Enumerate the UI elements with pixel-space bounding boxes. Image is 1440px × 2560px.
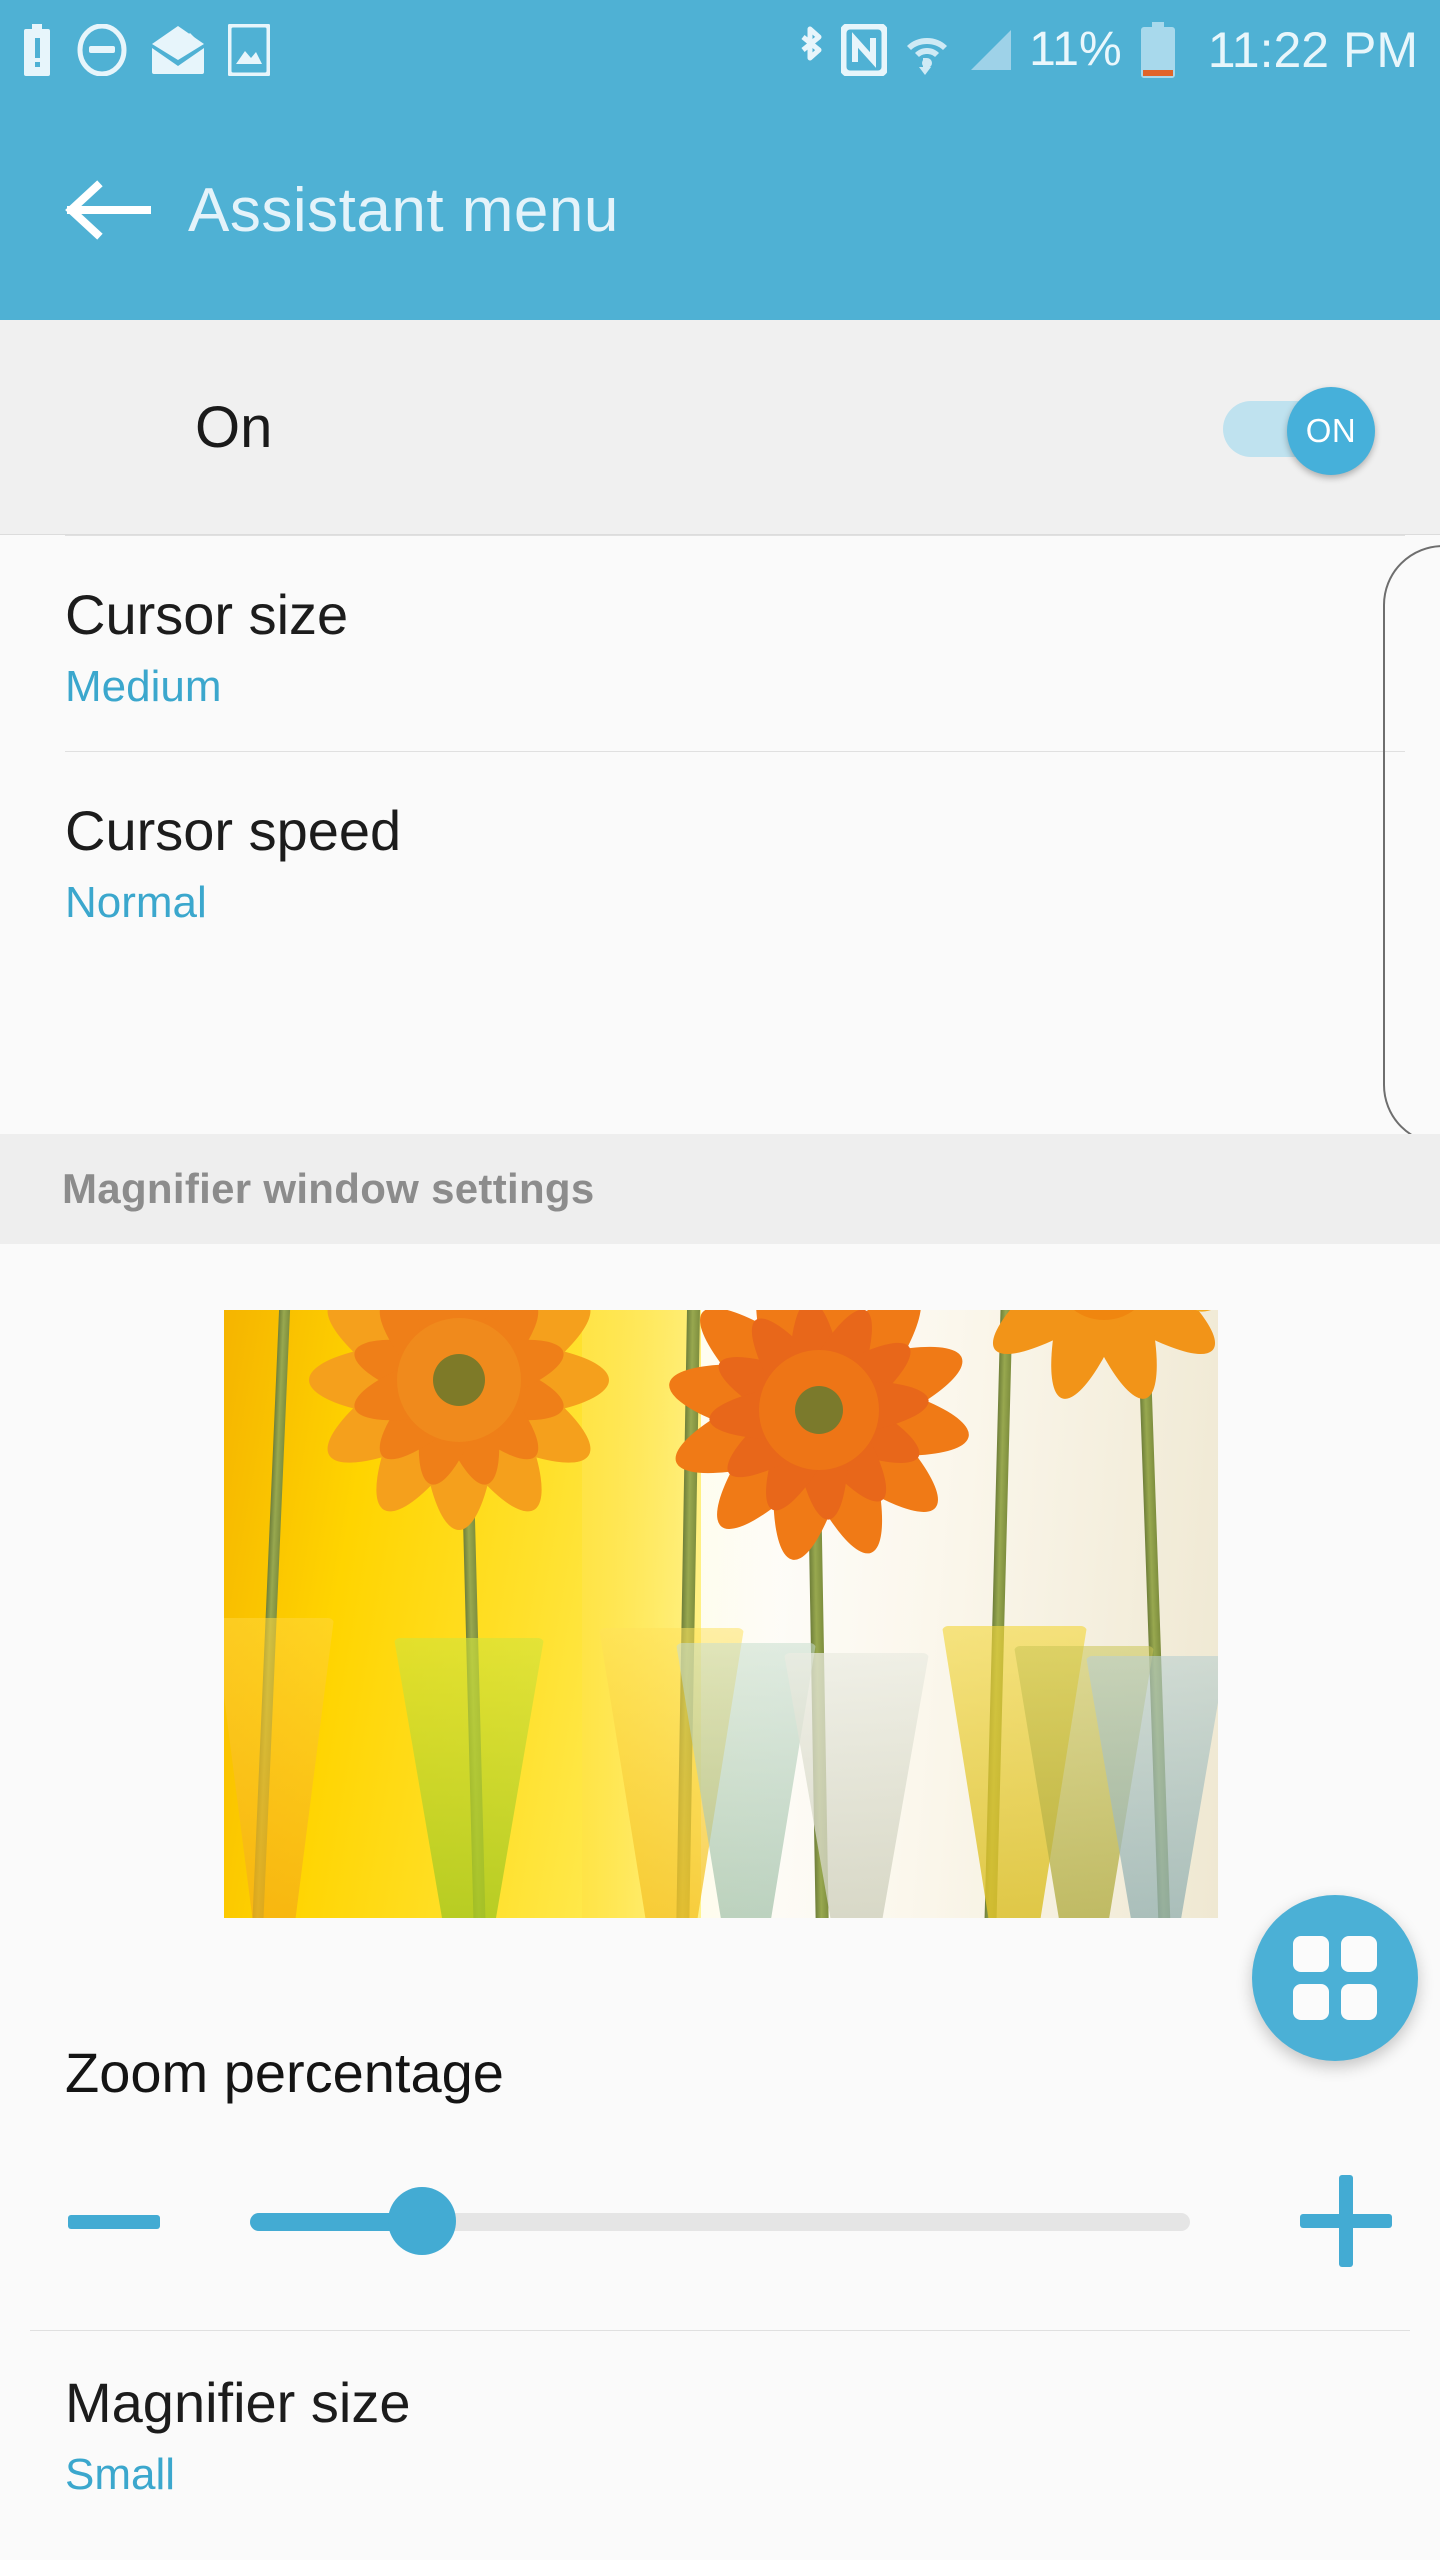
list-item-value: Medium bbox=[65, 661, 222, 711]
flower-decoration bbox=[1154, 1310, 1218, 1345]
page-title: Assistant menu bbox=[188, 175, 619, 245]
android-settings-screen: 11% 11:22 PM Assistant menu On ON Cursor… bbox=[0, 0, 1440, 2560]
bluetooth-icon bbox=[801, 26, 822, 61]
back-arrow-icon bbox=[65, 180, 151, 240]
switch-thumb: ON bbox=[1287, 387, 1375, 475]
status-bar-left-icons bbox=[20, 24, 270, 76]
switch-state-label: ON bbox=[1305, 412, 1357, 449]
zoom-slider-thumb[interactable] bbox=[388, 2187, 456, 2255]
flower-decoration bbox=[294, 1310, 624, 1535]
zoom-increase-button[interactable] bbox=[1300, 2175, 1392, 2267]
master-switch-label: On bbox=[195, 394, 273, 460]
app-bar: Assistant menu bbox=[0, 100, 1440, 320]
status-bar-clock: 11:22 PM bbox=[1207, 22, 1418, 78]
battery-percent-label: 11% bbox=[1029, 23, 1122, 76]
list-item-value: Small bbox=[65, 2449, 176, 2499]
list-item-title: Cursor speed bbox=[65, 799, 402, 863]
gallery-image-icon bbox=[228, 24, 270, 76]
wifi-icon bbox=[907, 38, 948, 75]
list-item-title: Magnifier size bbox=[65, 2371, 411, 2434]
divider bbox=[30, 2330, 1410, 2331]
zoom-percentage-block: Zoom percentage bbox=[0, 2040, 1440, 2289]
list-item-magnifier-size[interactable]: Magnifier size Small bbox=[65, 2371, 411, 2499]
do-not-disturb-icon bbox=[77, 24, 127, 76]
list-item-cursor-size[interactable]: Cursor size Medium bbox=[0, 535, 1440, 752]
zoom-slider-track[interactable] bbox=[250, 2187, 1190, 2255]
assistant-menu-fab[interactable] bbox=[1252, 1895, 1418, 2061]
list-item-cursor-speed[interactable]: Cursor speed Normal bbox=[0, 751, 1440, 968]
zoom-slider-fill bbox=[250, 2213, 400, 2231]
status-bar-right-icons: 11% 11:22 PM bbox=[793, 22, 1418, 78]
battery-level-icon bbox=[1140, 22, 1175, 78]
master-switch-row[interactable]: On ON bbox=[0, 320, 1440, 535]
zoom-decrease-button[interactable] bbox=[68, 2215, 160, 2229]
section-header-magnifier: Magnifier window settings bbox=[0, 1134, 1440, 1244]
master-switch-toggle[interactable]: ON bbox=[1223, 387, 1375, 475]
grid-apps-icon bbox=[1293, 1936, 1377, 2020]
cellular-signal-icon bbox=[971, 30, 1012, 70]
status-bar: 11% 11:22 PM bbox=[0, 0, 1440, 100]
zoom-percentage-slider-row bbox=[0, 2159, 1440, 2289]
list-item-value: Normal bbox=[65, 877, 207, 927]
magnifier-preview-image bbox=[224, 1310, 1218, 1918]
zoom-percentage-title: Zoom percentage bbox=[65, 2041, 504, 2104]
mail-read-icon bbox=[152, 26, 204, 74]
battery-alert-icon bbox=[24, 24, 50, 76]
nfc-icon bbox=[841, 24, 888, 76]
section-header-label: Magnifier window settings bbox=[62, 1165, 595, 1212]
flower-decoration bbox=[654, 1310, 984, 1565]
settings-list: Cursor size Medium Cursor speed Normal bbox=[0, 535, 1440, 968]
back-button[interactable] bbox=[48, 150, 168, 270]
list-item-title: Cursor size bbox=[65, 583, 349, 646]
magnifier-window-outline bbox=[1383, 545, 1440, 1145]
